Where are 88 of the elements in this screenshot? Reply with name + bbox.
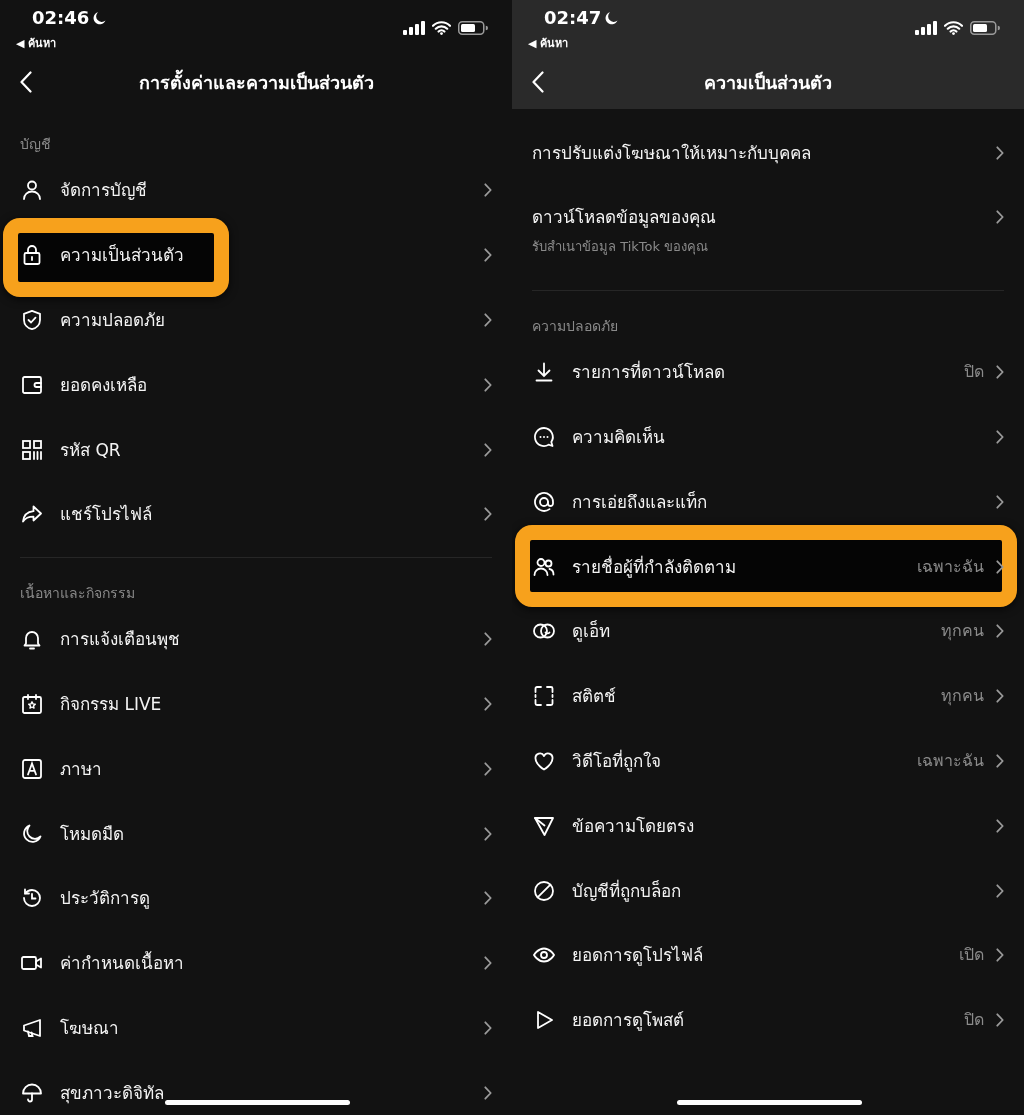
shield-check-icon [20,308,44,332]
chevron-right-icon [484,377,492,392]
setting-label[interactable]: การเอ่ยถึงและแท็ก [572,490,707,513]
setting-label[interactable]: รายชื่อผู้ที่กำลังติดตาม [572,555,736,578]
setting-label[interactable]: ความเป็นส่วนตัว [60,244,184,267]
setting-value: เปิด [959,944,984,967]
setting-label[interactable]: แชร์โปรไฟล์ [60,503,152,526]
battery-icon [970,21,1000,35]
chevron-right-icon [996,146,1004,161]
chevron-right-icon [484,891,492,906]
chevron-right-icon [484,183,492,198]
setting-label[interactable]: ภาษา [60,757,102,780]
setting-label[interactable]: จัดการบัญชี [60,179,147,202]
at-sign-icon [532,489,556,514]
chevron-right-icon [484,1020,492,1035]
chevron-right-icon [996,753,1004,768]
setting-description: รับสำเนาข้อมูล TikTok ของคุณ [532,237,710,256]
chevron-left-icon [20,71,32,93]
chevron-right-icon [996,689,1004,704]
chevron-right-icon [484,507,492,522]
chevron-right-icon [484,761,492,776]
calendar-star-icon [20,691,44,716]
chevron-right-icon [996,818,1004,833]
setting-label[interactable]: ข้อความโดยตรง [572,814,694,837]
setting-label[interactable]: บัญชีที่ถูกบล็อก [572,879,681,902]
chevron-right-icon [996,883,1004,898]
setting-label[interactable]: ค่ากำหนดเนื้อหา [60,952,184,975]
setting-label[interactable]: ความคิดเห็น [572,426,665,448]
setting-label[interactable]: โหมดมืด [60,822,124,845]
setting-label[interactable]: ยอดการดูโพสต์ [572,1009,684,1032]
section-title: ความปลอดภัย [531,316,619,336]
back-to-app-link[interactable]: ◀ ค้นหา [16,37,57,51]
signal-icon [915,21,937,35]
chevron-right-icon [996,1013,1004,1028]
back-to-app-link[interactable]: ◀ ค้นหา [528,37,569,51]
chevron-right-icon [996,430,1004,444]
setting-value: เฉพาะฉัน [917,555,984,578]
section-title: บัญชี [19,135,52,154]
setting-value: ปิด [964,1009,984,1032]
letter-a-icon [20,756,44,781]
chevron-right-icon [996,209,1004,224]
chevron-right-icon [484,632,492,647]
setting-label[interactable]: สติตช์ [572,685,616,708]
chevron-right-icon [484,248,492,263]
setting-label[interactable]: ยอดการดูโปรไฟล์ [572,944,703,967]
setting-label[interactable]: การแจ้งเตือนพุช [60,628,180,651]
status-time: 02:46 [32,6,90,30]
setting-label[interactable]: การปรับแต่งโฆษณาให้เหมาะกับบุคคล [532,142,811,165]
chevron-right-icon [996,559,1004,574]
chevron-right-icon [484,826,492,841]
dashed-frame-icon [532,684,556,709]
setting-label[interactable]: ประวัติการดู [60,887,150,910]
setting-value: เฉพาะฉัน [917,749,984,772]
status-time: 02:47 [544,6,602,30]
chevron-right-icon [484,442,492,457]
page-title: การตั้งค่าและความเป็นส่วนตัว [137,68,375,95]
qr-code-icon [20,437,44,462]
setting-label[interactable]: วิดีโอที่ถูกใจ [572,749,661,772]
setting-label[interactable]: โฆษณา [60,1016,119,1039]
chevron-right-icon [484,1085,492,1100]
chevron-right-icon [996,494,1004,509]
chevron-right-icon [484,956,492,971]
signal-icon [403,21,425,35]
chevron-right-icon [484,313,492,327]
chevron-right-icon [484,696,492,711]
chevron-right-icon [996,624,1004,639]
setting-label[interactable]: รายการที่ดาวน์โหลด [572,361,725,384]
setting-label[interactable]: ความปลอดภัย [60,309,165,331]
setting-label[interactable]: ดาวน์โหลดข้อมูลของคุณ [532,205,716,228]
setting-label[interactable]: รหัส QR [60,438,121,461]
setting-label[interactable]: สุขภาวะดิจิทัล [60,1081,164,1104]
setting-label[interactable]: ดูเอ็ท [572,620,610,643]
page-title: ความเป็นส่วนตัว [703,70,833,95]
setting-label[interactable]: กิจกรรม LIVE [60,692,162,715]
chevron-right-icon [996,365,1004,380]
setting-value: ปิด [964,361,984,384]
block-icon [532,878,556,903]
speech-bubble-icon [532,425,556,449]
wifi-icon [432,21,451,35]
setting-value: ทุกคน [941,685,984,708]
chevron-right-icon [996,948,1004,963]
setting-value: ทุกคน [941,620,984,643]
battery-icon [458,21,488,35]
section-title: เนื้อหาและกิจกรรม [19,582,136,603]
person-icon [20,178,44,203]
chevron-left-icon [532,71,544,93]
setting-label[interactable]: ยอดคงเหลือ [60,373,147,396]
wifi-icon [944,21,963,35]
